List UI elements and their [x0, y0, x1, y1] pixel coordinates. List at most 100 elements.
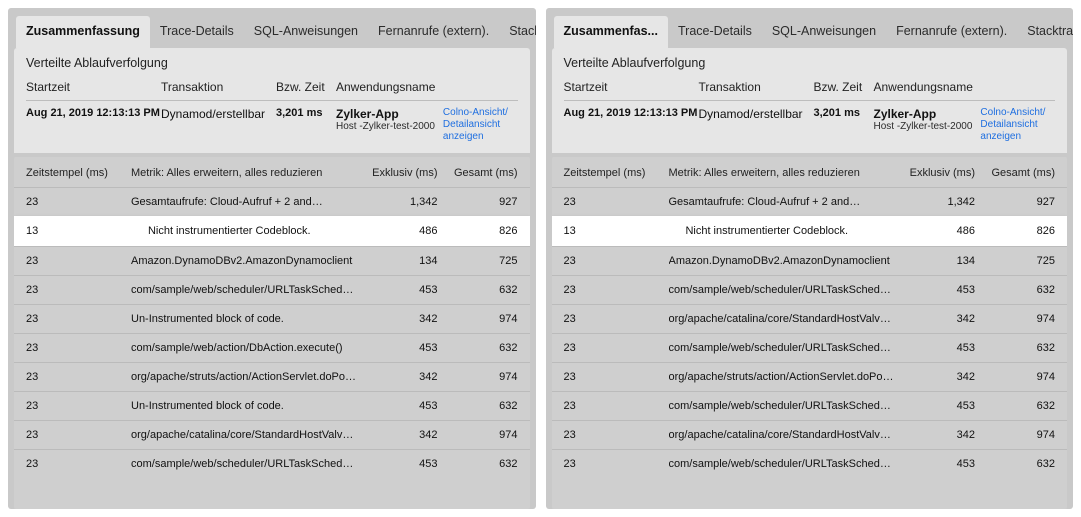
tab-4[interactable]: Stacktrace — [499, 16, 535, 48]
header-tx: Transaktion — [699, 80, 814, 94]
cell-total: 974 — [975, 313, 1055, 325]
summary-start: Aug 21, 2019 12:13:13 PM — [564, 107, 699, 119]
summary-transaction: Dynamod/erstellbar — [699, 107, 814, 121]
cell-total: 974 — [438, 371, 518, 383]
cell-metric: org/apache/catalina/core/StandardHostVal… — [669, 313, 896, 325]
cell-exclusive: 1,342 — [358, 196, 438, 208]
table-row[interactable]: 23org/apache/struts/action/ActionServlet… — [14, 362, 530, 391]
cell-exclusive: 134 — [895, 255, 975, 267]
expand-all-link[interactable]: Alles erweitern, — [704, 167, 779, 179]
table-row[interactable]: 13Nicht instrumentierter Codeblock.48682… — [14, 216, 530, 246]
summary-row: Aug 21, 2019 12:13:13 PMDynamod/erstellb… — [26, 101, 518, 147]
cell-exclusive: 453 — [895, 284, 975, 296]
cell-exclusive: 453 — [358, 400, 438, 412]
tab-2[interactable]: SQL-Anweisungen — [762, 16, 886, 48]
table-row[interactable]: 23Amazon.DynamoDBv2.AmazonDynamoclient13… — [14, 246, 530, 275]
reduce-all-link[interactable]: alles reduzieren — [782, 167, 860, 179]
cell-timestamp: 23 — [26, 284, 131, 296]
cell-total: 632 — [975, 400, 1055, 412]
cell-exclusive: 486 — [358, 225, 438, 237]
th-exclusive: Exklusiv (ms) — [358, 167, 438, 179]
cell-total: 632 — [975, 458, 1055, 470]
cell-metric: Amazon.DynamoDBv2.AmazonDynamoclient — [669, 255, 896, 267]
tab-0[interactable]: Zusammenfas... — [554, 16, 668, 48]
cell-exclusive: 453 — [358, 458, 438, 470]
table-row[interactable]: 23com/sample/web/action/DbAction.execute… — [14, 333, 530, 362]
cell-timestamp: 23 — [26, 342, 131, 354]
table-row[interactable]: 23Un-Instrumented block of code.453632 — [14, 391, 530, 420]
cell-total: 632 — [438, 458, 518, 470]
header-row: StartzeitTransaktionBzw. ZeitAnwendungsn… — [564, 76, 1056, 101]
table-row[interactable]: 23com/sample/web/scheduler/URLTaskSchedu… — [14, 275, 530, 304]
table-row[interactable]: 23org/apache/struts/action/ActionServlet… — [552, 362, 1068, 391]
table-row[interactable]: 23Gesamtaufrufe: Cloud-Aufruf + 2 andere… — [552, 187, 1068, 216]
cell-metric: org/apache/struts/action/ActionServlet.d… — [669, 371, 896, 383]
tab-3[interactable]: Fernanrufe (extern). — [368, 16, 499, 48]
trace-table: Zeitstempel (ms)Metrik: Alles erweitern,… — [14, 157, 530, 509]
cell-total: 826 — [975, 225, 1055, 237]
table-row[interactable]: 23Amazon.DynamoDBv2.AmazonDynamoclient13… — [552, 246, 1068, 275]
cell-timestamp: 13 — [26, 225, 131, 237]
tab-2[interactable]: SQL-Anweisungen — [244, 16, 368, 48]
cell-total: 632 — [975, 284, 1055, 296]
reduce-all-link[interactable]: alles reduzieren — [245, 167, 323, 179]
tab-0[interactable]: Zusammenfassung — [16, 16, 150, 48]
cell-metric: Gesamtaufrufe: Cloud-Aufruf + 2 andere M… — [131, 196, 358, 208]
cell-timestamp: 23 — [564, 284, 669, 296]
cell-timestamp: 23 — [26, 400, 131, 412]
cell-timestamp: 23 — [26, 458, 131, 470]
header-start: Startzeit — [26, 80, 161, 94]
cell-exclusive: 134 — [358, 255, 438, 267]
cell-total: 974 — [975, 429, 1055, 441]
link-detail-view[interactable]: Detailansicht anzeigen — [980, 119, 1055, 143]
table-row[interactable]: 23com/sample/web/scheduler/URLTaskSchedu… — [552, 333, 1068, 362]
th-metric-prefix: Metrik: — [669, 167, 702, 179]
table-row[interactable]: 23Un-Instrumented block of code.342974 — [14, 304, 530, 333]
cell-timestamp: 23 — [564, 429, 669, 441]
cell-timestamp: 23 — [564, 255, 669, 267]
summary-start: Aug 21, 2019 12:13:13 PM — [26, 107, 161, 119]
header-tx: Transaktion — [161, 80, 276, 94]
cell-total: 632 — [438, 284, 518, 296]
cell-exclusive: 342 — [358, 313, 438, 325]
table-row[interactable]: 23com/sample/web/scheduler/URLTaskSchedu… — [552, 449, 1068, 478]
cell-exclusive: 342 — [358, 371, 438, 383]
expand-all-link[interactable]: Alles erweitern, — [166, 167, 241, 179]
table-row[interactable]: 23org/apache/catalina/core/StandardHostV… — [14, 420, 530, 449]
link-column-view[interactable]: Colno-Ansicht/ — [980, 107, 1055, 119]
header-rt: Bzw. Zeit — [276, 80, 336, 94]
link-detail-view[interactable]: Detailansicht anzeigen — [443, 119, 518, 143]
cell-metric: com/sample/web/scheduler/URLTaskSchedule… — [131, 458, 358, 470]
table-row[interactable]: 23com/sample/web/scheduler/URLTaskSchedu… — [552, 275, 1068, 304]
cell-timestamp: 23 — [564, 371, 669, 383]
cell-timestamp: 23 — [26, 313, 131, 325]
cell-timestamp: 13 — [564, 225, 669, 237]
th-total: Gesamt (ms) — [975, 167, 1055, 179]
tab-1[interactable]: Trace-Details — [150, 16, 244, 48]
summary-resptime: 3,201 ms — [814, 107, 874, 119]
table-row[interactable]: 13Nicht instrumentierter Codeblock.48682… — [552, 216, 1068, 246]
table-row[interactable]: 23com/sample/web/scheduler/URLTaskSchedu… — [14, 449, 530, 478]
header-row: StartzeitTransaktionBzw. ZeitAnwendungsn… — [26, 76, 518, 101]
trace-panel: Zusammenfas...Trace-DetailsSQL-Anweisung… — [546, 8, 1074, 509]
cell-total: 725 — [975, 255, 1055, 267]
cell-metric: com/sample/web/action/DbAction.execute() — [131, 342, 358, 354]
tab-1[interactable]: Trace-Details — [668, 16, 762, 48]
tab-3[interactable]: Fernanrufe (extern). — [886, 16, 1017, 48]
table-row[interactable]: 23com/sample/web/scheduler/URLTaskSchedu… — [552, 391, 1068, 420]
tab-4[interactable]: Stacktrace — [1017, 16, 1073, 48]
app-name: Zylker-App — [336, 107, 435, 121]
summary-app: Zylker-AppHost -Zylker-test-2000Colno-An… — [874, 107, 1056, 143]
table-row[interactable]: 23org/apache/catalina/core/StandardHostV… — [552, 304, 1068, 333]
link-column-view[interactable]: Colno-Ansicht/ — [443, 107, 518, 119]
cell-metric: Nicht instrumentierter Codeblock. — [669, 225, 896, 237]
cell-exclusive: 453 — [895, 458, 975, 470]
cell-timestamp: 23 — [564, 458, 669, 470]
cell-total: 826 — [438, 225, 518, 237]
section-title: Verteilte Ablaufverfolgung — [26, 56, 518, 70]
cell-total: 927 — [975, 196, 1055, 208]
header-app: Anwendungsname — [874, 80, 1056, 94]
table-row[interactable]: 23org/apache/catalina/core/StandardHostV… — [552, 420, 1068, 449]
table-row[interactable]: 23Gesamtaufrufe: Cloud-Aufruf + 2 andere… — [14, 187, 530, 216]
cell-timestamp: 23 — [564, 313, 669, 325]
